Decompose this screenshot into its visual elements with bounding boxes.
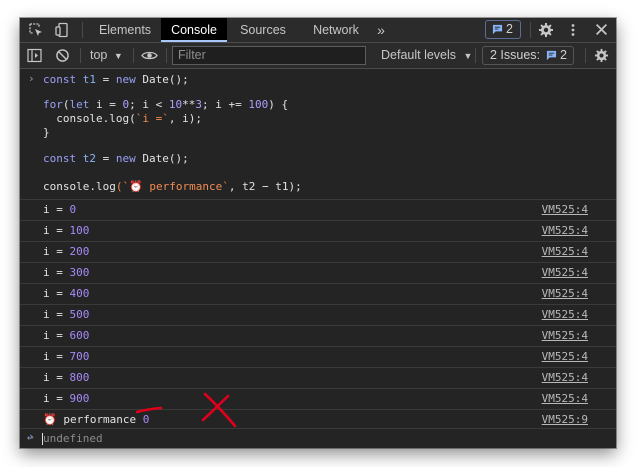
code-line-2: for(let i = 0; i < 10**3; i += 100) {	[43, 98, 289, 111]
log-levels-dropdown[interactable]: Default levels ▼	[381, 43, 472, 69]
log-row: i = 100 VM525:4	[20, 220, 616, 239]
log-message: i = 500	[43, 308, 90, 321]
console-settings-gear-icon[interactable]	[594, 48, 609, 63]
console-toolbar: top ▼ Filter Default levels ▼ 2 Issues: …	[20, 43, 616, 69]
chevron-down-icon: ▼	[463, 51, 473, 61]
inspect-element-icon[interactable]	[28, 22, 44, 38]
issues-label: 2 Issues:	[490, 48, 541, 62]
tab-network[interactable]: Network	[300, 18, 372, 42]
source-link[interactable]: VM525:4	[542, 349, 588, 364]
toolbar-divider	[585, 48, 586, 63]
log-row: i = 900 VM525:4	[20, 388, 616, 407]
source-link[interactable]: VM525:4	[542, 244, 588, 259]
log-row: i = 200 VM525:4	[20, 241, 616, 260]
code-line-1: const t1 = new Date();	[43, 73, 189, 86]
source-link[interactable]: VM525:4	[542, 391, 588, 406]
log-row: i = 300 VM525:4	[20, 262, 616, 281]
device-toolbar-icon[interactable]	[54, 22, 70, 38]
more-tabs-button[interactable]: »	[373, 18, 389, 42]
log-message: i = 0	[43, 203, 77, 216]
issues-count: 2	[506, 22, 513, 36]
perf-log-row: ⏰ performance 0 VM525:9	[20, 409, 616, 428]
issues-counter-button[interactable]: 2	[485, 20, 521, 39]
log-row: i = 700 VM525:4	[20, 346, 616, 365]
tab-console[interactable]: Console	[161, 18, 227, 42]
log-message: i = 700	[43, 350, 90, 363]
source-link[interactable]: VM525:4	[542, 202, 588, 217]
log-message: i = 200	[43, 245, 90, 258]
issues-button[interactable]: 2 Issues: 2	[482, 46, 574, 65]
gear-icon[interactable]	[538, 22, 554, 38]
tabbar-divider-right	[530, 22, 531, 38]
annotation-strike-icon	[135, 392, 237, 428]
toolbar-divider	[475, 48, 476, 63]
log-row: i = 600 VM525:4	[20, 325, 616, 344]
source-link[interactable]: VM525:4	[542, 370, 588, 385]
code-line-6: console.log(`⏰ performance`, t2 − t1);	[43, 180, 302, 193]
log-row: i = 0 VM525:4	[20, 199, 616, 218]
log-row: i = 800 VM525:4	[20, 367, 616, 386]
chevron-down-icon: ▼	[113, 51, 123, 61]
tab-sources[interactable]: Sources	[230, 18, 296, 42]
log-message: i = 900	[43, 392, 90, 405]
context-value: top	[90, 48, 108, 62]
log-message: i = 600	[43, 329, 90, 342]
source-link[interactable]: VM525:4	[542, 328, 588, 343]
source-link[interactable]: VM525:4	[542, 223, 588, 238]
message-icon	[546, 50, 557, 61]
text-cursor	[42, 433, 43, 445]
filter-input[interactable]: Filter	[172, 46, 366, 65]
console-prompt[interactable]: ›	[20, 428, 616, 448]
source-link[interactable]: VM525:4	[542, 307, 588, 322]
tabbar-divider	[82, 22, 83, 38]
log-message: i = 400	[43, 287, 90, 300]
context-selector[interactable]: top ▼	[90, 43, 123, 69]
log-message: i = 800	[43, 371, 90, 384]
alarm-clock-icon: ⏰	[129, 180, 143, 193]
panel-tabbar: Elements Console Sources Network » 2	[20, 18, 616, 43]
log-message: i = 100	[43, 224, 90, 237]
source-link[interactable]: VM525:9	[542, 412, 588, 427]
message-icon	[492, 24, 503, 35]
log-row: i = 500 VM525:4	[20, 304, 616, 323]
source-link[interactable]: VM525:4	[542, 286, 588, 301]
log-message: i = 300	[43, 266, 90, 279]
code-line-4: }	[43, 126, 50, 139]
input-prompt-chevron-icon: ›	[28, 72, 35, 85]
kebab-menu-icon[interactable]	[568, 22, 578, 38]
sidebar-toggle-icon[interactable]	[27, 48, 42, 63]
source-link[interactable]: VM525:4	[542, 265, 588, 280]
prompt-chevron-icon: ›	[28, 430, 35, 443]
code-line-5: const t2 = new Date();	[43, 152, 189, 165]
toolbar-divider	[80, 48, 81, 63]
console-output[interactable]: › const t1 = new Date(); for(let i = 0; …	[20, 69, 616, 448]
close-icon[interactable]	[595, 23, 608, 36]
issues-count: 2	[560, 48, 567, 62]
eye-icon[interactable]	[141, 49, 158, 62]
code-line-3: console.log(`i =`, i);	[43, 112, 202, 125]
alarm-clock-icon: ⏰	[43, 413, 57, 426]
devtools-window: Elements Console Sources Network » 2 top…	[20, 18, 616, 448]
log-row: i = 400 VM525:4	[20, 283, 616, 302]
tab-elements[interactable]: Elements	[90, 18, 160, 42]
toolbar-divider	[166, 48, 167, 63]
clear-console-icon[interactable]	[55, 48, 70, 63]
log-levels-value: Default levels	[381, 48, 457, 62]
toolbar-divider	[133, 48, 134, 63]
